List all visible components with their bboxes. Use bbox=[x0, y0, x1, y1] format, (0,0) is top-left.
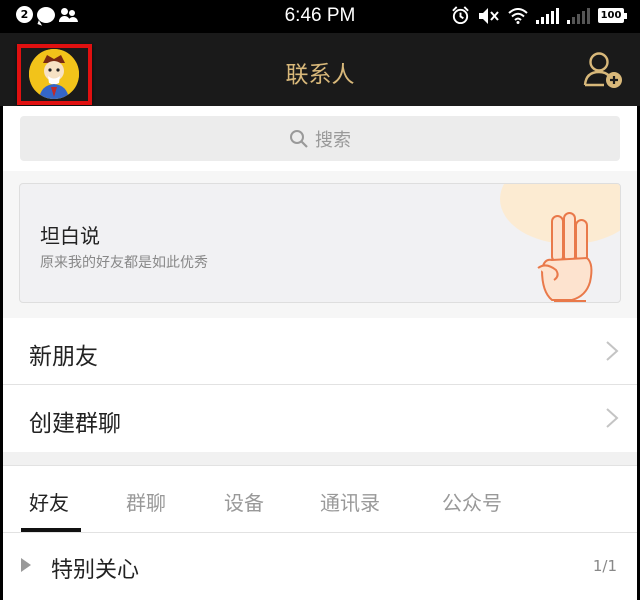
search-input[interactable]: 搜索 bbox=[20, 116, 620, 161]
page-title: 联系人 bbox=[285, 62, 355, 88]
search-placeholder: 搜索 bbox=[315, 129, 351, 151]
friend-group-row[interactable]: 特别关心 1/1 bbox=[3, 534, 637, 600]
promo-section: 坦白说 原来我的好友都是如此优秀 bbox=[3, 171, 637, 318]
group-name: 特别关心 bbox=[51, 558, 140, 583]
promo-subtitle: 原来我的好友都是如此优秀 bbox=[40, 255, 208, 271]
contact-tabs: 好友 群聊 设备 通讯录 公众号 bbox=[3, 467, 637, 533]
chevron-right-icon bbox=[606, 341, 619, 361]
expand-triangle-icon bbox=[21, 558, 31, 572]
status-bar: 2 6:46 PM 100 bbox=[0, 0, 640, 33]
alarm-icon bbox=[452, 6, 469, 25]
signal-weak-icon bbox=[567, 7, 590, 24]
hand-gesture-icon bbox=[537, 212, 593, 302]
create-group-row[interactable]: 创建群聊 bbox=[3, 385, 637, 452]
add-contact-icon[interactable] bbox=[582, 51, 624, 89]
active-tab-indicator bbox=[21, 528, 81, 532]
new-friends-row[interactable]: 新朋友 bbox=[3, 318, 637, 385]
tab-official-accounts[interactable]: 公众号 bbox=[442, 487, 502, 516]
search-icon bbox=[290, 129, 308, 148]
tab-groups[interactable]: 群聊 bbox=[126, 487, 166, 516]
wifi-icon bbox=[508, 7, 528, 24]
promo-card[interactable]: 坦白说 原来我的好友都是如此优秀 bbox=[19, 183, 621, 303]
create-group-label: 创建群聊 bbox=[29, 411, 121, 437]
section-gap bbox=[3, 452, 637, 466]
new-friends-label: 新朋友 bbox=[29, 344, 98, 370]
mute-icon bbox=[479, 7, 499, 24]
tab-friends[interactable]: 好友 bbox=[29, 487, 69, 516]
signal-icon bbox=[536, 7, 559, 24]
search-section: 搜索 bbox=[3, 106, 637, 171]
status-indicators: 100 bbox=[451, 6, 627, 25]
tab-address-book[interactable]: 通讯录 bbox=[320, 487, 380, 516]
chevron-right-icon bbox=[606, 408, 619, 428]
battery-icon: 100 bbox=[598, 8, 627, 23]
tab-devices[interactable]: 设备 bbox=[224, 487, 264, 516]
app-header: 联系人 bbox=[0, 33, 640, 106]
group-count: 1/1 bbox=[592, 557, 617, 575]
contacts-content: 搜索 坦白说 原来我的好友都是如此优秀 新朋友 创建群聊 好友 群聊 设备 通讯… bbox=[3, 106, 637, 600]
promo-title: 坦白说 bbox=[40, 224, 100, 248]
